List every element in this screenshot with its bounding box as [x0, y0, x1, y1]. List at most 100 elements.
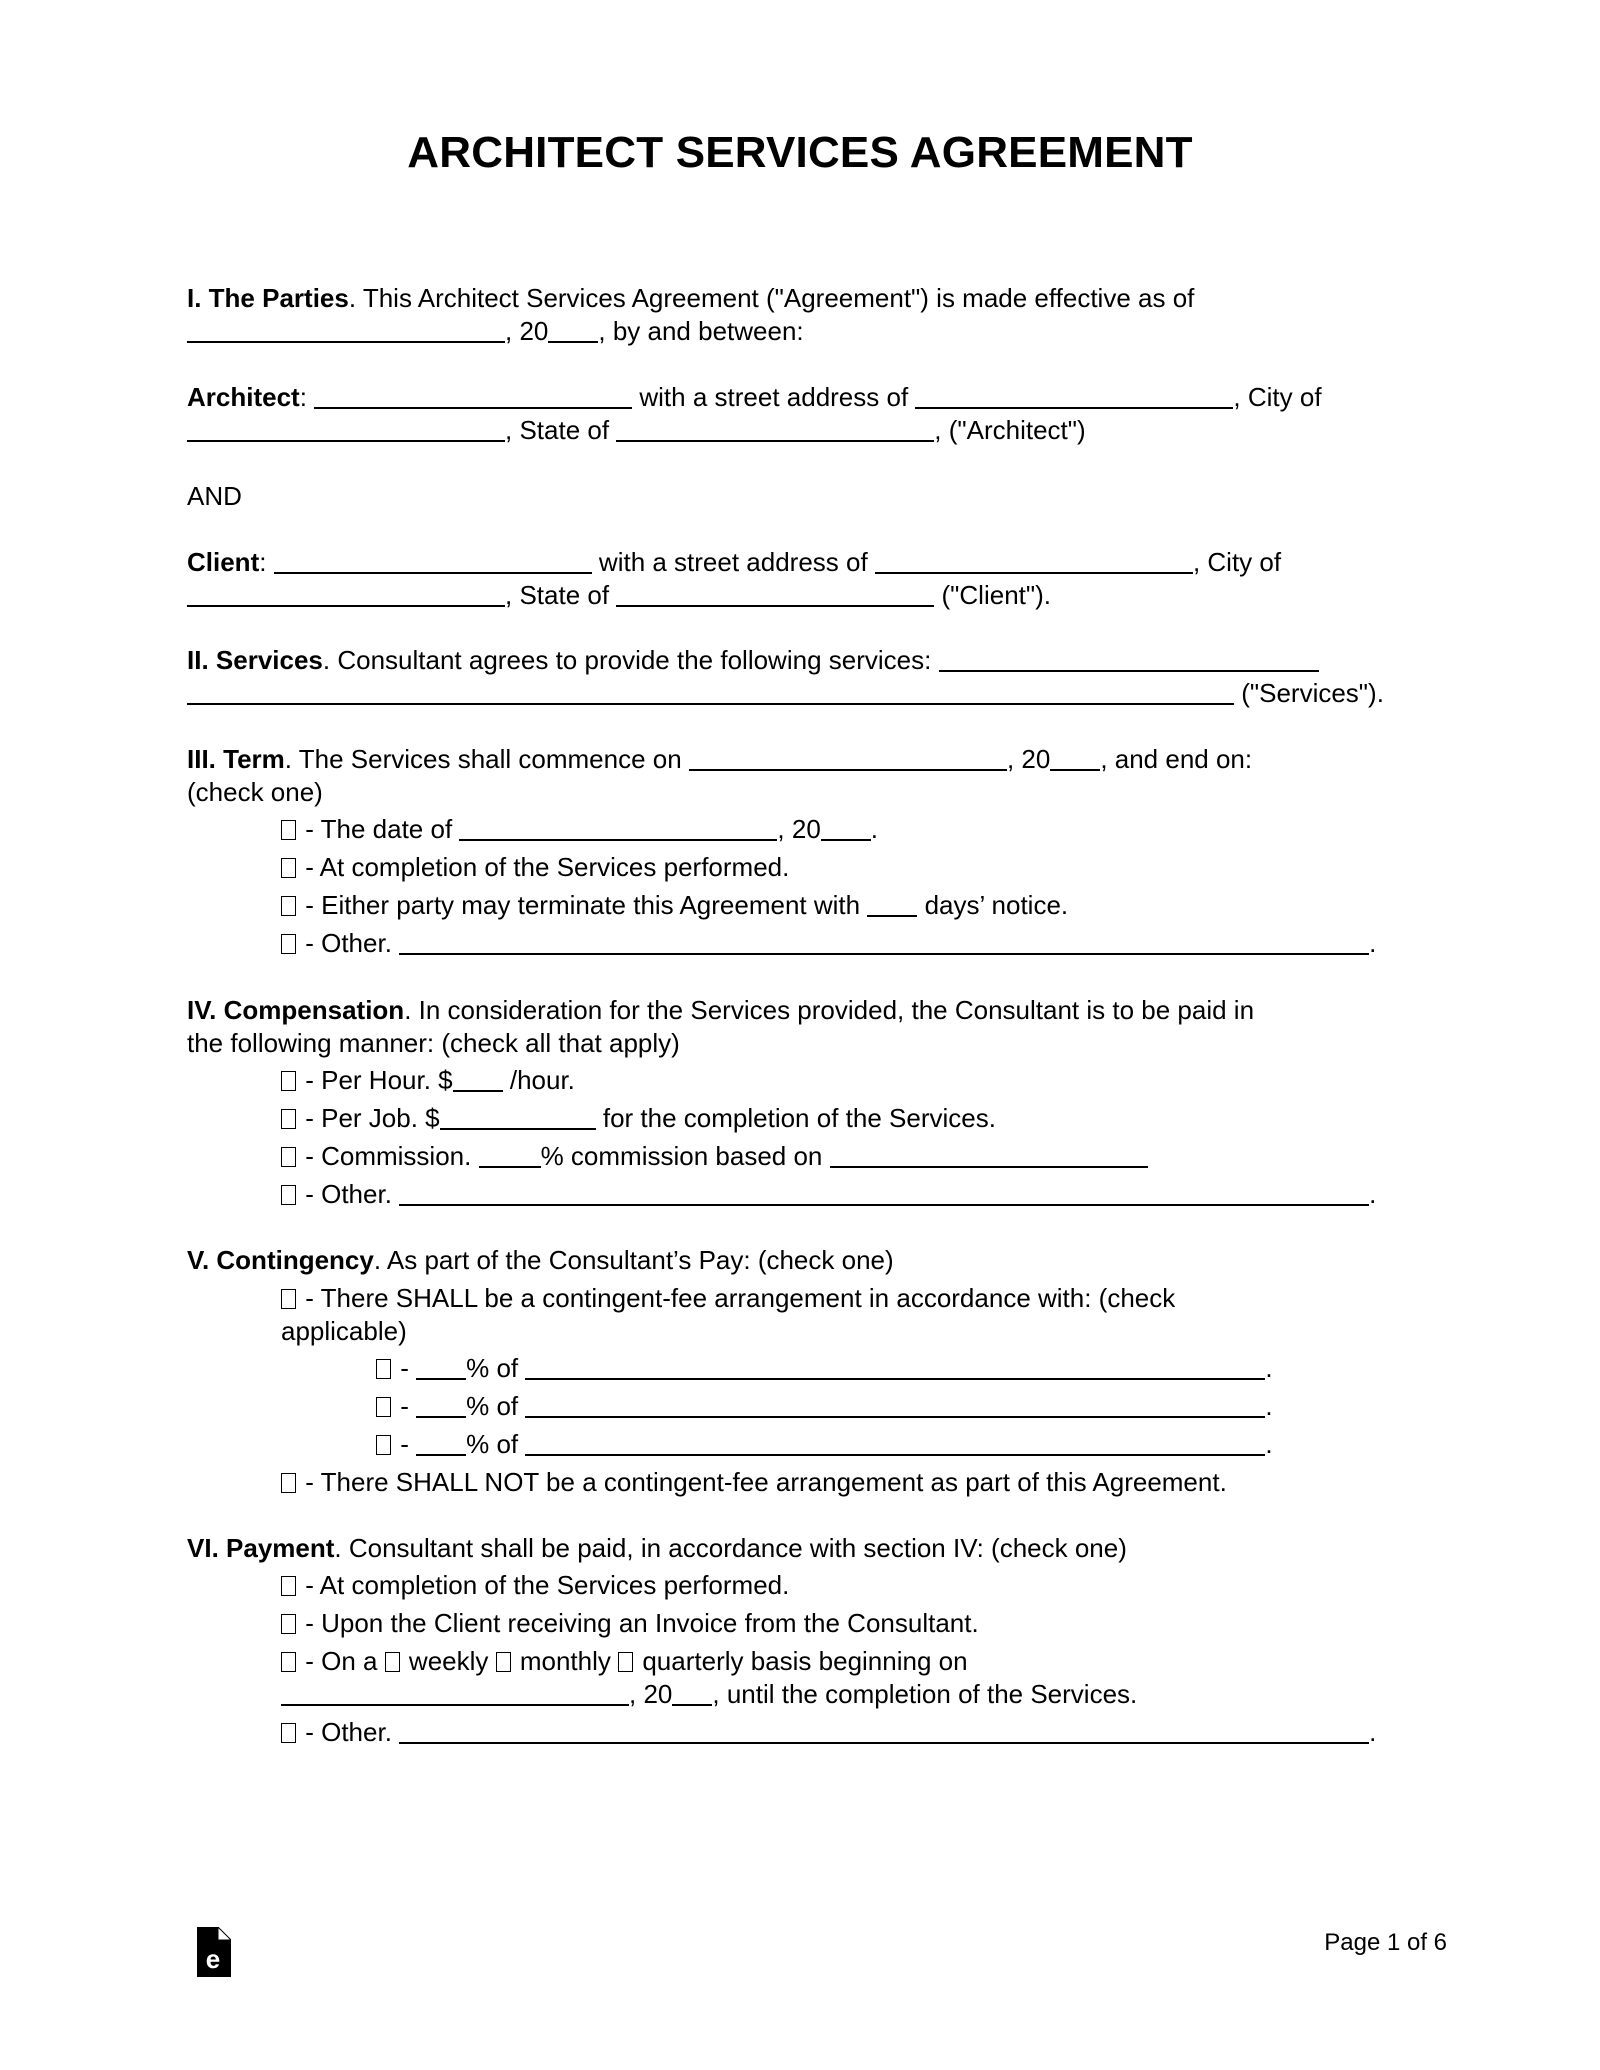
- payment-option-completion: - At completion of the Services performe…: [281, 1568, 789, 1602]
- term-end-date-checkbox[interactable]: [281, 820, 296, 840]
- percent-of-label: % of: [466, 1391, 526, 1421]
- percent-of-label: % of: [466, 1353, 526, 1383]
- term-end-date-field[interactable]: [459, 817, 778, 841]
- comp-other-checkbox[interactable]: [281, 1185, 296, 1205]
- payment-option-label: - Upon the Client receiving an Invoice f…: [298, 1608, 979, 1638]
- term-other-field[interactable]: [399, 931, 1370, 955]
- contingency-sub-checkbox[interactable]: [376, 1435, 391, 1455]
- period: .: [1369, 1179, 1377, 1209]
- services-heading: II. Services: [187, 645, 323, 675]
- payment-until-text: , until the completion of the Services.: [712, 1679, 1138, 1709]
- notice-days-text: days’ notice.: [917, 890, 1069, 920]
- payment-other-field[interactable]: [399, 1720, 1370, 1744]
- contingency-percent-field[interactable]: [416, 1356, 467, 1380]
- client-line-2: , State of ("Client").: [187, 578, 1051, 612]
- and-text: AND: [187, 481, 242, 511]
- contingency-basis-field[interactable]: [525, 1356, 1266, 1380]
- page-number: Page 1 of 6: [1324, 1929, 1447, 1956]
- client-address-field[interactable]: [874, 550, 1193, 574]
- contingency-basis-field[interactable]: [525, 1394, 1266, 1418]
- effective-date-field[interactable]: [187, 319, 505, 343]
- payment-invoice-checkbox[interactable]: [281, 1614, 296, 1634]
- term-text: . The Services shall commence on: [284, 744, 689, 774]
- monthly-checkbox[interactable]: [495, 1652, 511, 1672]
- client-city-label: , City of: [1192, 547, 1282, 577]
- parties-text: . This Architect Services Agreement ("Ag…: [348, 283, 1195, 313]
- services-field-2[interactable]: [187, 681, 1234, 705]
- contingency-text: . As part of the Consultant’s Pay: (chec…: [373, 1245, 894, 1275]
- term-option-label: - The date of: [298, 814, 460, 844]
- per-job-checkbox[interactable]: [281, 1109, 296, 1129]
- client-city-field[interactable]: [187, 583, 505, 607]
- commission-basis-field[interactable]: [829, 1144, 1148, 1168]
- parties-between-text: , by and between:: [598, 316, 804, 346]
- payment-option-other: - Other. .: [281, 1715, 1376, 1749]
- hourly-rate-field[interactable]: [452, 1068, 503, 1092]
- term-option-label: - Either party may terminate this Agreem…: [298, 890, 868, 920]
- payment-option-label: - Other.: [298, 1717, 400, 1747]
- payment-heading: VI. Payment: [187, 1533, 335, 1563]
- contingency-shall-checkbox[interactable]: [281, 1289, 296, 1309]
- term-line-1: III. Term. The Services shall commence o…: [187, 742, 1252, 776]
- architect-line-1: Architect: with a street address of , Ci…: [187, 380, 1322, 414]
- payment-start-year-field[interactable]: [672, 1682, 713, 1706]
- dash: -: [393, 1353, 417, 1383]
- architect-address-field[interactable]: [915, 385, 1234, 409]
- weekly-checkbox[interactable]: [384, 1652, 400, 1672]
- job-amount-field[interactable]: [439, 1106, 596, 1130]
- term-start-date-field[interactable]: [688, 747, 1007, 771]
- dash: -: [393, 1391, 417, 1421]
- contingency-shall-option: - There SHALL be a contingent-fee arrang…: [281, 1281, 1175, 1315]
- contingency-basis-field[interactable]: [525, 1432, 1266, 1456]
- client-name-field[interactable]: [273, 550, 592, 574]
- payment-other-checkbox[interactable]: [281, 1723, 296, 1743]
- contingency-shall-not-checkbox[interactable]: [281, 1473, 296, 1493]
- contingency-sub-checkbox[interactable]: [376, 1359, 391, 1379]
- parties-line-2: , 20 , by and between:: [187, 314, 804, 348]
- payment-periodic-checkbox[interactable]: [281, 1652, 296, 1672]
- architect-city-field[interactable]: [187, 418, 505, 442]
- dash: -: [393, 1429, 417, 1459]
- comp-option-label: - Per Hour. $: [298, 1065, 453, 1095]
- term-start-year-field[interactable]: [1050, 747, 1101, 771]
- payment-year-prefix: , 20: [629, 1679, 673, 1709]
- payment-completion-checkbox[interactable]: [281, 1576, 296, 1596]
- services-defined-term: ("Services").: [1234, 678, 1384, 708]
- effective-year-field[interactable]: [548, 319, 599, 343]
- term-year-prefix: , 20: [1006, 744, 1051, 774]
- contingency-shall-not-text: - There SHALL NOT be a contingent-fee ar…: [298, 1467, 1227, 1497]
- client-state-field[interactable]: [616, 583, 935, 607]
- contingency-percent-field[interactable]: [416, 1394, 467, 1418]
- services-line-1: II. Services. Consultant agrees to provi…: [187, 643, 1319, 677]
- period: .: [1369, 928, 1377, 958]
- payment-start-date-field[interactable]: [281, 1682, 629, 1706]
- payment-text: . Consultant shall be paid, in accordanc…: [334, 1533, 1127, 1563]
- architect-city-label: , City of: [1233, 382, 1322, 412]
- architect-colon: :: [299, 382, 315, 412]
- term-other-checkbox[interactable]: [281, 934, 296, 954]
- term-option-completion: - At completion of the Services performe…: [281, 850, 789, 884]
- contingency-sub-option: - % of .: [376, 1427, 1273, 1461]
- term-option-label: - At completion of the Services performe…: [298, 852, 790, 882]
- quarterly-checkbox[interactable]: [618, 1652, 634, 1672]
- architect-state-label: , State of: [505, 415, 617, 445]
- contingency-percent-field[interactable]: [416, 1432, 467, 1456]
- contingency-sub-checkbox[interactable]: [376, 1397, 391, 1417]
- term-notice-checkbox[interactable]: [281, 896, 296, 916]
- term-completion-checkbox[interactable]: [281, 858, 296, 878]
- term-end-text: , and end on:: [1100, 744, 1253, 774]
- period: .: [1369, 1717, 1377, 1747]
- document-page: ARCHITECT SERVICES AGREEMENT I. The Part…: [0, 0, 1600, 2070]
- commission-percent-field[interactable]: [478, 1144, 541, 1168]
- per-hour-checkbox[interactable]: [281, 1071, 296, 1091]
- commission-checkbox[interactable]: [281, 1147, 296, 1167]
- comp-other-field[interactable]: [399, 1182, 1370, 1206]
- term-check-one: (check one): [187, 777, 323, 807]
- architect-name-field[interactable]: [314, 385, 633, 409]
- services-field-1[interactable]: [938, 648, 1319, 672]
- architect-state-field[interactable]: [616, 418, 935, 442]
- term-end-year-field[interactable]: [820, 817, 871, 841]
- notice-days-field[interactable]: [867, 893, 918, 917]
- period: .: [1265, 1391, 1273, 1421]
- monthly-label: monthly: [512, 1646, 619, 1676]
